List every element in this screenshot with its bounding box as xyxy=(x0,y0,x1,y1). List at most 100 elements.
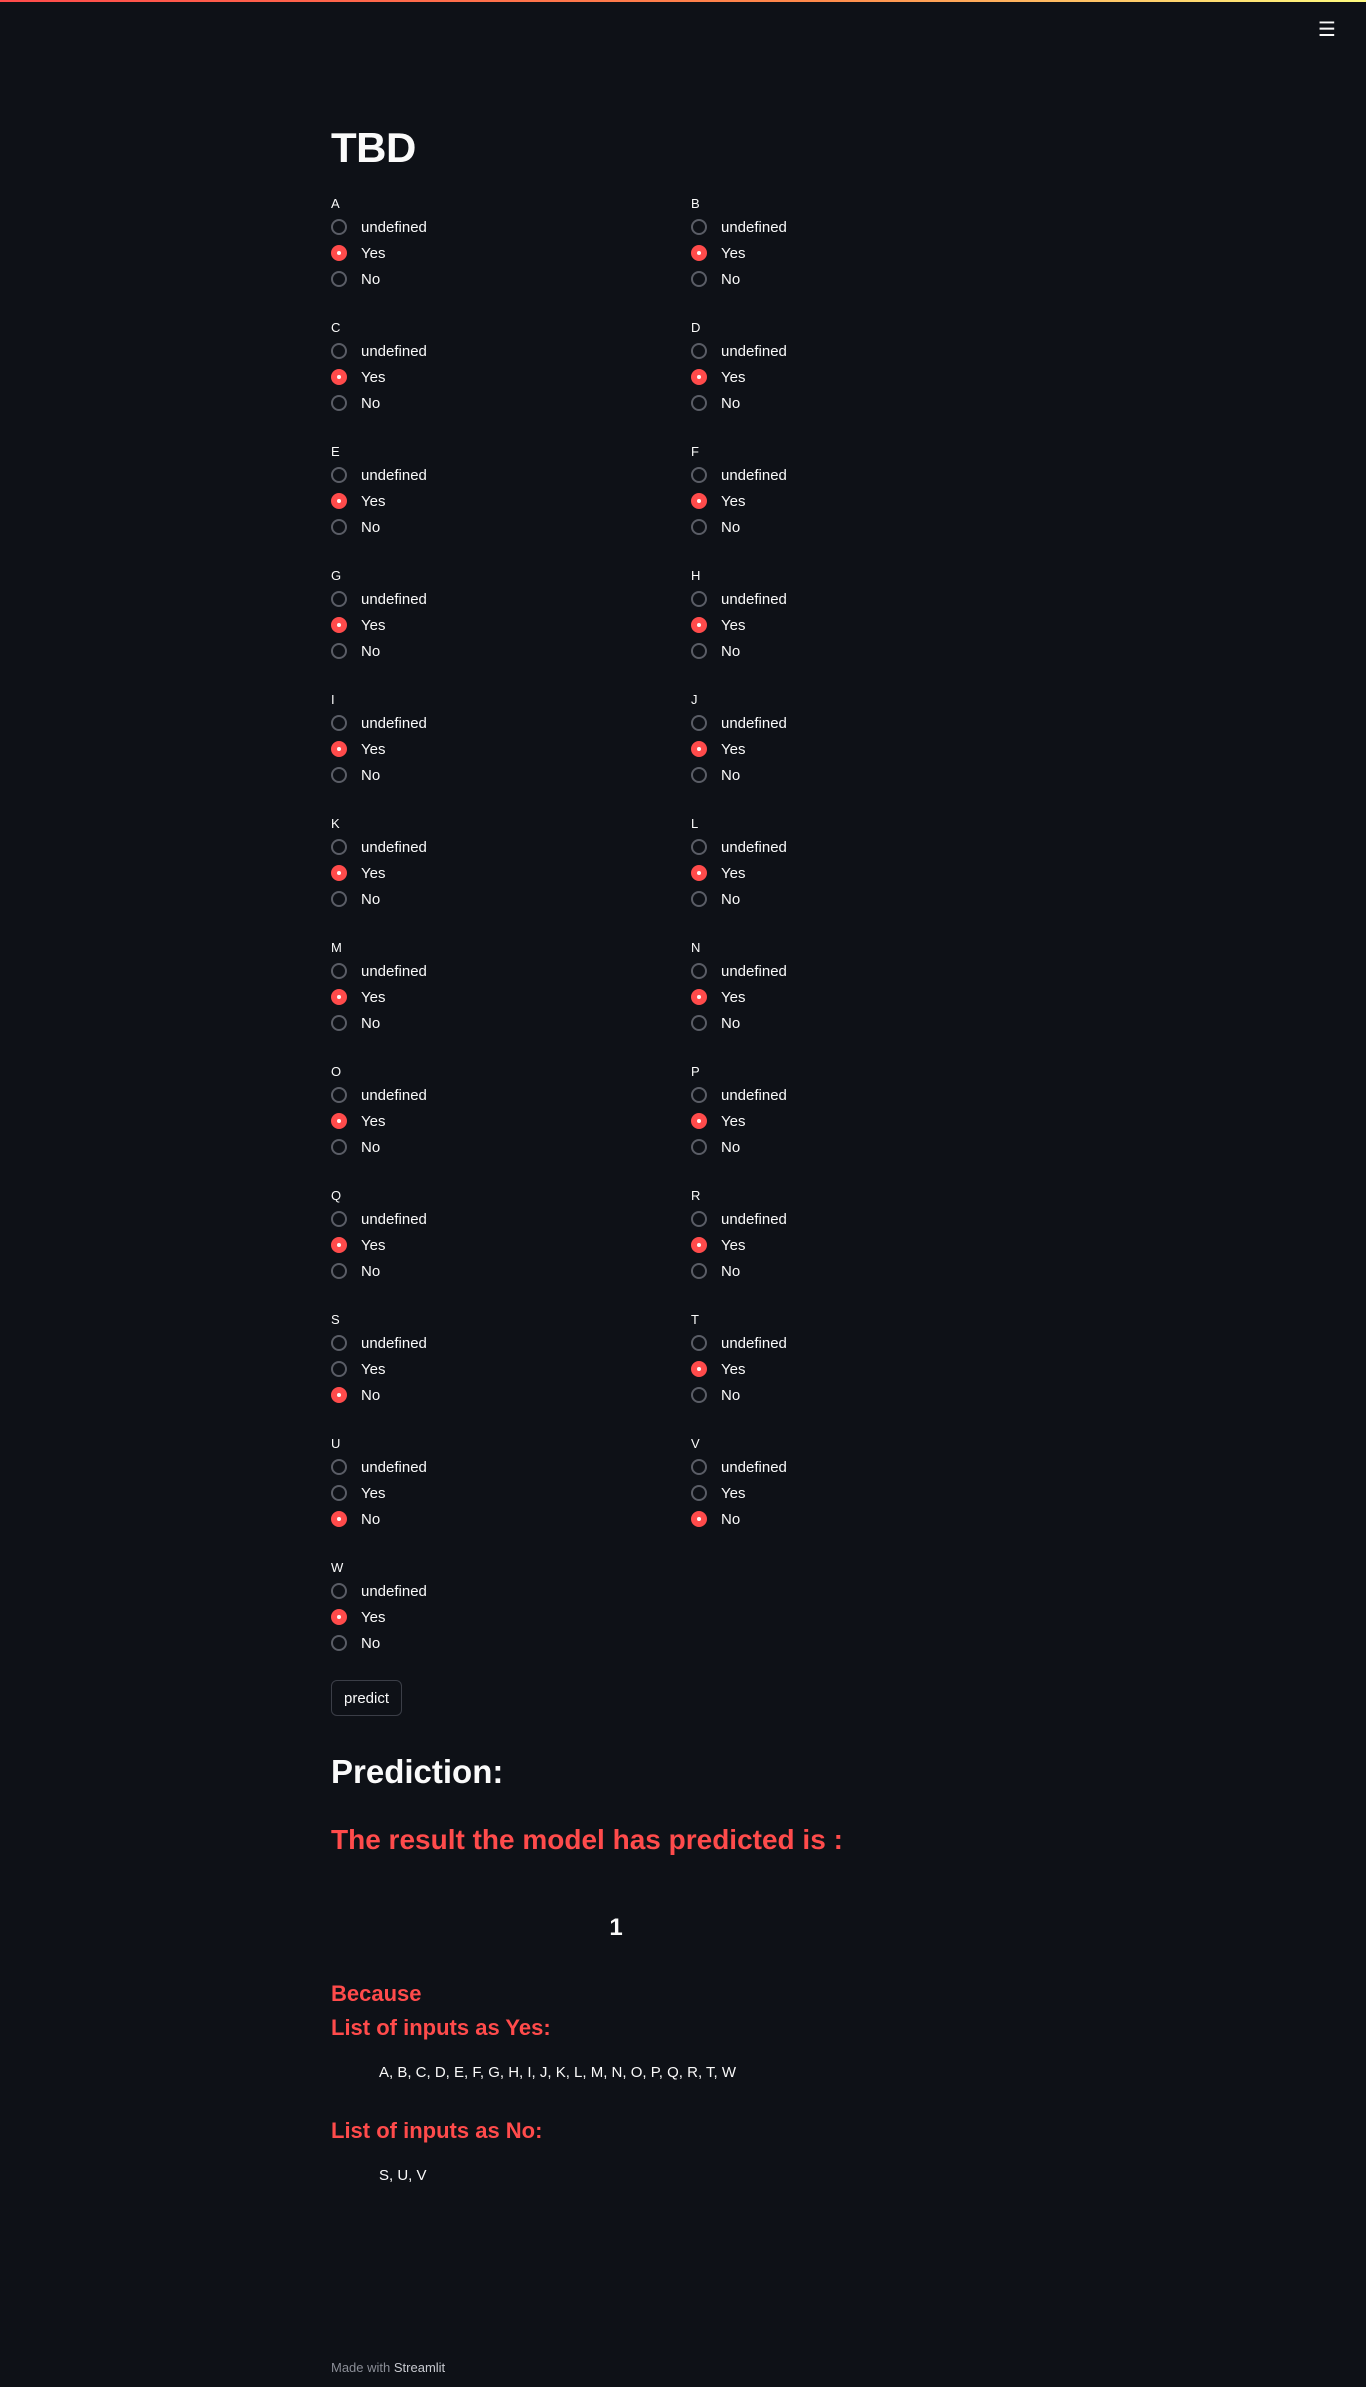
radio-option-yes[interactable]: Yes xyxy=(691,488,1035,514)
radio-option-yes[interactable]: Yes xyxy=(691,1232,1035,1258)
radio-unchecked-icon[interactable] xyxy=(331,963,347,979)
radio-unchecked-icon[interactable] xyxy=(691,395,707,411)
predict-button[interactable]: predict xyxy=(331,1680,403,1716)
radio-unchecked-icon[interactable] xyxy=(331,271,347,287)
radio-unchecked-icon[interactable] xyxy=(691,1211,707,1227)
radio-option-no[interactable]: No xyxy=(331,1258,691,1284)
radio-unchecked-icon[interactable] xyxy=(691,715,707,731)
radio-option-no[interactable]: No xyxy=(331,762,691,788)
radio-option-no[interactable]: No xyxy=(331,266,691,292)
radio-option-undefined[interactable]: undefined xyxy=(691,1082,1035,1108)
radio-option-undefined[interactable]: undefined xyxy=(331,1206,691,1232)
radio-option-yes[interactable]: Yes xyxy=(331,240,691,266)
radio-option-undefined[interactable]: undefined xyxy=(331,958,691,984)
radio-unchecked-icon[interactable] xyxy=(691,1335,707,1351)
radio-unchecked-icon[interactable] xyxy=(691,1087,707,1103)
radio-checked-icon[interactable] xyxy=(331,1237,347,1253)
radio-option-no[interactable]: No xyxy=(691,266,1035,292)
radio-checked-icon[interactable] xyxy=(691,1511,707,1527)
radio-option-undefined[interactable]: undefined xyxy=(691,1454,1035,1480)
radio-unchecked-icon[interactable] xyxy=(331,1361,347,1377)
radio-option-no[interactable]: No xyxy=(331,1630,691,1656)
radio-unchecked-icon[interactable] xyxy=(691,1459,707,1475)
radio-option-no[interactable]: No xyxy=(691,1506,1035,1532)
radio-checked-icon[interactable] xyxy=(691,1237,707,1253)
radio-option-yes[interactable]: Yes xyxy=(691,1356,1035,1382)
radio-option-undefined[interactable]: undefined xyxy=(331,1082,691,1108)
radio-checked-icon[interactable] xyxy=(691,865,707,881)
radio-unchecked-icon[interactable] xyxy=(331,1485,347,1501)
radio-unchecked-icon[interactable] xyxy=(691,519,707,535)
radio-checked-icon[interactable] xyxy=(331,1113,347,1129)
radio-unchecked-icon[interactable] xyxy=(691,467,707,483)
radio-unchecked-icon[interactable] xyxy=(331,219,347,235)
radio-option-no[interactable]: No xyxy=(331,1134,691,1160)
radio-unchecked-icon[interactable] xyxy=(331,343,347,359)
radio-option-yes[interactable]: Yes xyxy=(331,1480,691,1506)
radio-option-yes[interactable]: Yes xyxy=(331,736,691,762)
radio-checked-icon[interactable] xyxy=(331,369,347,385)
radio-unchecked-icon[interactable] xyxy=(691,963,707,979)
radio-checked-icon[interactable] xyxy=(331,617,347,633)
radio-option-undefined[interactable]: undefined xyxy=(331,586,691,612)
radio-option-undefined[interactable]: undefined xyxy=(331,338,691,364)
radio-unchecked-icon[interactable] xyxy=(691,219,707,235)
radio-option-undefined[interactable]: undefined xyxy=(691,214,1035,240)
radio-unchecked-icon[interactable] xyxy=(691,1139,707,1155)
radio-option-yes[interactable]: Yes xyxy=(691,984,1035,1010)
radio-option-no[interactable]: No xyxy=(331,886,691,912)
radio-option-undefined[interactable]: undefined xyxy=(691,338,1035,364)
main-menu-button[interactable]: ☰ xyxy=(1312,14,1342,44)
radio-option-undefined[interactable]: undefined xyxy=(331,1454,691,1480)
radio-checked-icon[interactable] xyxy=(331,493,347,509)
radio-unchecked-icon[interactable] xyxy=(691,1387,707,1403)
radio-unchecked-icon[interactable] xyxy=(331,1263,347,1279)
radio-unchecked-icon[interactable] xyxy=(331,591,347,607)
radio-option-undefined[interactable]: undefined xyxy=(691,834,1035,860)
radio-option-undefined[interactable]: undefined xyxy=(331,1330,691,1356)
radio-option-no[interactable]: No xyxy=(691,1010,1035,1036)
radio-option-undefined[interactable]: undefined xyxy=(691,710,1035,736)
radio-option-no[interactable]: No xyxy=(331,1010,691,1036)
radio-option-yes[interactable]: Yes xyxy=(331,364,691,390)
radio-unchecked-icon[interactable] xyxy=(331,467,347,483)
radio-checked-icon[interactable] xyxy=(691,741,707,757)
radio-unchecked-icon[interactable] xyxy=(691,839,707,855)
radio-unchecked-icon[interactable] xyxy=(691,1015,707,1031)
radio-unchecked-icon[interactable] xyxy=(331,767,347,783)
radio-option-undefined[interactable]: undefined xyxy=(691,462,1035,488)
radio-option-yes[interactable]: Yes xyxy=(331,488,691,514)
radio-unchecked-icon[interactable] xyxy=(331,839,347,855)
radio-option-undefined[interactable]: undefined xyxy=(331,1578,691,1604)
radio-unchecked-icon[interactable] xyxy=(331,1635,347,1651)
radio-unchecked-icon[interactable] xyxy=(331,1583,347,1599)
radio-unchecked-icon[interactable] xyxy=(691,271,707,287)
radio-checked-icon[interactable] xyxy=(331,865,347,881)
radio-unchecked-icon[interactable] xyxy=(331,643,347,659)
radio-option-no[interactable]: No xyxy=(331,514,691,540)
radio-option-no[interactable]: No xyxy=(331,390,691,416)
radio-option-no[interactable]: No xyxy=(691,1258,1035,1284)
radio-option-no[interactable]: No xyxy=(331,638,691,664)
radio-unchecked-icon[interactable] xyxy=(691,643,707,659)
radio-option-undefined[interactable]: undefined xyxy=(691,958,1035,984)
radio-option-undefined[interactable]: undefined xyxy=(331,462,691,488)
radio-option-yes[interactable]: Yes xyxy=(331,1356,691,1382)
radio-checked-icon[interactable] xyxy=(691,245,707,261)
radio-option-no[interactable]: No xyxy=(691,762,1035,788)
radio-checked-icon[interactable] xyxy=(331,1387,347,1403)
radio-checked-icon[interactable] xyxy=(331,1609,347,1625)
radio-option-yes[interactable]: Yes xyxy=(331,984,691,1010)
radio-option-undefined[interactable]: undefined xyxy=(331,214,691,240)
radio-unchecked-icon[interactable] xyxy=(331,1211,347,1227)
radio-unchecked-icon[interactable] xyxy=(331,1139,347,1155)
radio-unchecked-icon[interactable] xyxy=(331,519,347,535)
radio-option-undefined[interactable]: undefined xyxy=(691,1330,1035,1356)
radio-option-no[interactable]: No xyxy=(691,390,1035,416)
radio-option-undefined[interactable]: undefined xyxy=(331,710,691,736)
streamlit-link[interactable]: Streamlit xyxy=(394,2360,445,2375)
radio-checked-icon[interactable] xyxy=(331,989,347,1005)
radio-checked-icon[interactable] xyxy=(691,989,707,1005)
radio-option-yes[interactable]: Yes xyxy=(331,1232,691,1258)
radio-option-yes[interactable]: Yes xyxy=(331,860,691,886)
